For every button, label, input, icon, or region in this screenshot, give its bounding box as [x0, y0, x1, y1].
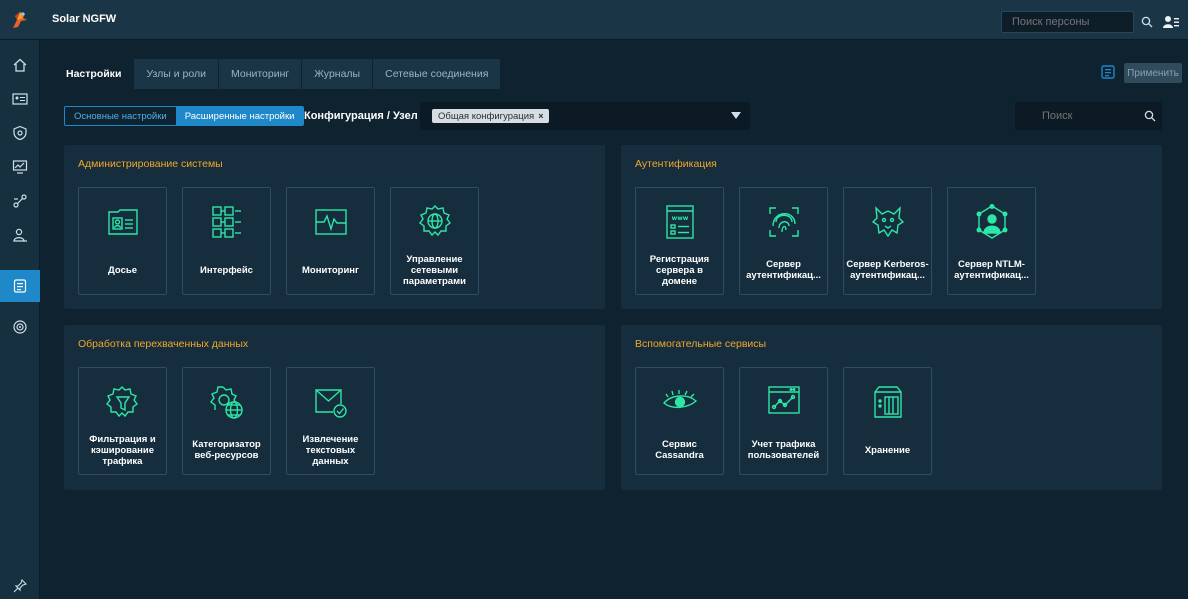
advanced-settings-button[interactable]: Расширенные настройки	[175, 107, 304, 125]
card-label: Категоризатор веб-ресурсов	[192, 439, 261, 461]
card-label: Учет трафика пользователей	[747, 439, 820, 461]
gear-filter-icon	[105, 384, 141, 420]
traffic-filtering-card[interactable]: Фильтрация и кэширование трафика	[78, 367, 167, 475]
ntlm-server-card[interactable]: Сервер NTLM-аутентификац...	[947, 187, 1036, 295]
interface-card[interactable]: Интерфейс	[182, 187, 271, 295]
user-menu-icon[interactable]	[1162, 11, 1180, 33]
main-content: Настройки Узлы и роли Мониторинг Журналы…	[40, 40, 1188, 599]
admin-section: Администрирование системы Досье Интерфей…	[64, 145, 605, 309]
tab-nodes-roles[interactable]: Узлы и роли	[134, 59, 219, 89]
notes-icon[interactable]	[1098, 62, 1118, 82]
domain-registration-card[interactable]: www Регистрация сервера в домене	[635, 187, 724, 295]
search-icon[interactable]	[1144, 110, 1156, 122]
settings-list-icon[interactable]	[0, 270, 40, 302]
card-label: Сервис Cassandra	[655, 439, 704, 461]
cassandra-card[interactable]: Сервис Cassandra	[635, 367, 724, 475]
web-categorizer-card[interactable]: Категоризатор веб-ресурсов	[182, 367, 271, 475]
card-label: Регистрация сервера в домене	[649, 253, 710, 287]
network-params-card[interactable]: Управление сетевыми параметрами	[390, 187, 479, 295]
storage-cabinet-icon	[870, 384, 906, 420]
search-input[interactable]	[1015, 102, 1140, 130]
fingerprint-icon	[766, 204, 802, 240]
globe-icon[interactable]	[0, 312, 40, 342]
tab-network-connections[interactable]: Сетевые соединения	[373, 59, 502, 89]
tab-logs[interactable]: Журналы	[302, 59, 374, 89]
card-label: Фильтрация и кэширование трафика	[89, 433, 156, 467]
tab-bar: Настройки Узлы и роли Мониторинг Журналы…	[54, 59, 502, 89]
dossier-icon	[105, 204, 141, 240]
app-title: Solar NGFW	[52, 13, 117, 25]
section-title: Вспомогательные сервисы	[635, 338, 767, 350]
network-icon[interactable]	[0, 186, 40, 216]
basic-settings-button[interactable]: Основные настройки	[65, 107, 176, 125]
card-label: Интерфейс	[200, 264, 253, 276]
chip-remove-icon[interactable]: ×	[538, 111, 543, 121]
dossier-card[interactable]: Досье	[78, 187, 167, 295]
section-title: Аутентификация	[635, 158, 717, 170]
auth-section: Аутентификация www Регистрация сервера в…	[621, 145, 1162, 309]
card-label: Сервер NTLM-аутентификац...	[954, 259, 1029, 281]
card-label: Мониторинг	[302, 264, 359, 276]
cassandra-eye-icon	[662, 384, 698, 420]
kerberos-server-card[interactable]: Сервер Kerberos-аутентификац...	[843, 187, 932, 295]
top-bar: Solar NGFW	[0, 0, 1188, 40]
settings-mode-toggle: Основные настройки Расширенные настройки	[64, 106, 305, 126]
config-node-label: Конфигурация / Узел	[304, 110, 418, 122]
card-label: Сервер Kerberos-аутентификац...	[846, 259, 929, 281]
card-label: Досье	[108, 264, 137, 276]
config-chip-label: Общая конфигурация	[438, 110, 535, 122]
search-box	[1015, 102, 1162, 130]
dropdown-arrow-icon[interactable]	[730, 110, 742, 122]
tab-monitoring[interactable]: Мониторинг	[219, 59, 303, 89]
search-icon[interactable]	[1138, 11, 1156, 33]
sidebar	[0, 40, 40, 599]
interface-icon	[209, 204, 245, 240]
monitoring-icon	[313, 204, 349, 240]
shield-icon[interactable]	[0, 118, 40, 148]
section-title: Администрирование системы	[78, 158, 223, 170]
card-label: Управление сетевыми параметрами	[403, 253, 466, 287]
tab-settings[interactable]: Настройки	[54, 59, 135, 89]
config-select[interactable]: Общая конфигурация ×	[420, 102, 750, 130]
person-search-input[interactable]	[1001, 11, 1134, 33]
apply-button[interactable]: Применить	[1124, 63, 1182, 83]
gear-globe-icon	[209, 384, 245, 420]
home-icon[interactable]	[0, 50, 40, 80]
card-label: Хранение	[864, 444, 911, 456]
traffic-chart-icon	[766, 384, 802, 420]
aux-services-section: Вспомогательные сервисы Сервис Cassandra…	[621, 325, 1162, 490]
id-card-icon[interactable]	[0, 84, 40, 114]
config-chip: Общая конфигурация ×	[432, 109, 550, 123]
ntlm-user-network-icon	[974, 204, 1010, 240]
pin-icon[interactable]	[0, 571, 40, 599]
solar-logo-icon[interactable]	[0, 0, 40, 40]
user-traffic-card[interactable]: Учет трафика пользователей	[739, 367, 828, 475]
auth-server-card[interactable]: Сервер аутентификац...	[739, 187, 828, 295]
user-group-icon[interactable]	[0, 220, 40, 250]
svg-text:www: www	[672, 215, 689, 222]
network-gear-icon	[417, 204, 453, 240]
card-label: Извлечение текстовых данных	[302, 433, 359, 467]
monitoring-card[interactable]: Мониторинг	[286, 187, 375, 295]
section-title: Обработка перехваченных данных	[78, 338, 249, 350]
card-label: Сервер аутентификац...	[746, 259, 821, 281]
storage-card[interactable]: Хранение	[843, 367, 932, 475]
text-extraction-card[interactable]: Извлечение текстовых данных	[286, 367, 375, 475]
domain-registration-icon: www	[662, 204, 698, 240]
monitor-chart-icon[interactable]	[0, 152, 40, 182]
intercepted-data-section: Обработка перехваченных данных Фильтраци…	[64, 325, 605, 490]
kerberos-dog-icon	[870, 204, 906, 240]
envelope-check-icon	[313, 384, 349, 420]
